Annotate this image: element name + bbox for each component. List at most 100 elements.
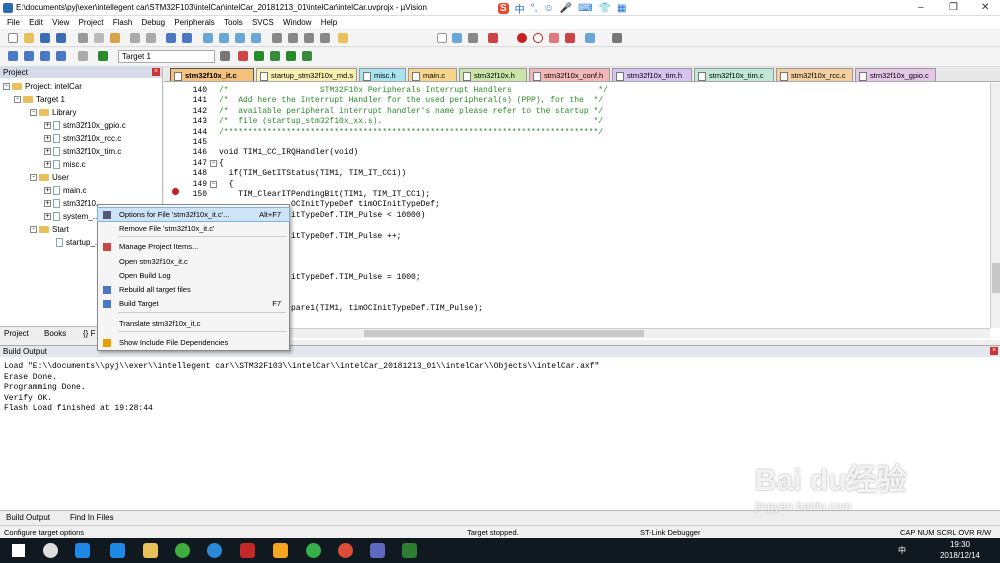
target-select[interactable]: Target 1 xyxy=(118,50,215,63)
paste-icon[interactable] xyxy=(110,33,120,43)
manage-components-icon[interactable] xyxy=(254,51,264,61)
ime-chinese-mode-icon[interactable]: 中 xyxy=(515,1,525,16)
tab-build-output[interactable]: Build Output xyxy=(6,513,50,522)
file-tab[interactable]: main.c xyxy=(408,68,457,81)
menu-tools[interactable]: Tools xyxy=(224,16,243,29)
indent-icon[interactable] xyxy=(272,33,282,43)
code-line[interactable]: { xyxy=(219,180,234,189)
save-all-icon[interactable] xyxy=(56,33,66,43)
ime-punctuation-icon[interactable]: °, xyxy=(531,3,538,14)
minimize-button[interactable]: – xyxy=(918,2,924,13)
app-icon[interactable] xyxy=(370,543,385,558)
nav-forward-icon[interactable] xyxy=(182,33,192,43)
start-button-icon[interactable] xyxy=(12,544,25,557)
menu-svcs[interactable]: SVCS xyxy=(252,16,274,29)
code-line[interactable]: /* file (startup_stm32f10x_xx.s). */ xyxy=(219,117,603,126)
close-panel-icon[interactable]: × xyxy=(990,347,998,355)
sogou-logo-icon[interactable]: S xyxy=(498,2,509,14)
ime-language-indicator[interactable]: 中 xyxy=(898,545,906,556)
menu-peripherals[interactable]: Peripherals xyxy=(174,16,214,29)
menu-window[interactable]: Window xyxy=(283,16,311,29)
file-tab[interactable]: stm32f10x_tim.h xyxy=(612,68,692,81)
ie-icon[interactable] xyxy=(110,543,125,558)
incremental-find-icon[interactable] xyxy=(468,33,478,43)
file-tab[interactable]: stm32f10x_gpio.c xyxy=(855,68,936,81)
target-options-icon[interactable] xyxy=(220,51,230,61)
insert-breakpoint-icon[interactable] xyxy=(517,33,527,43)
tree-file-selected[interactable]: + stm32f10... xyxy=(44,199,103,209)
clock-date[interactable]: 2018/12/14 xyxy=(930,551,990,560)
file-tab[interactable]: stm32f10x_it.c xyxy=(170,68,254,81)
redo-icon[interactable] xyxy=(146,33,156,43)
run-time-environment-icon[interactable] xyxy=(302,51,312,61)
maximize-button[interactable]: ❐ xyxy=(949,2,958,13)
edge-icon[interactable] xyxy=(75,543,90,558)
translate-icon[interactable] xyxy=(8,51,18,61)
clock-time[interactable]: 19:30 xyxy=(930,540,990,549)
rebuild-icon[interactable] xyxy=(40,51,50,61)
context-menu-item[interactable]: Open Build Log xyxy=(98,269,289,282)
fold-toggle-icon[interactable]: − xyxy=(210,159,217,167)
context-menu-item[interactable]: Open stm32f10x_it.c xyxy=(98,255,289,268)
ime-keyboard-icon[interactable]: ⌨ xyxy=(578,3,592,14)
ime-toolbar[interactable]: S 中 °, ☺ 🎤 ⌨ 👕 ▦ xyxy=(498,1,626,16)
menu-file[interactable]: File xyxy=(7,16,20,29)
search-icon[interactable] xyxy=(43,543,58,558)
select-pack-icon[interactable] xyxy=(270,51,280,61)
tree-file[interactable]: + misc.c xyxy=(44,160,86,170)
menu-edit[interactable]: Edit xyxy=(29,16,43,29)
bookmark-icon[interactable] xyxy=(203,33,213,43)
open-file-icon[interactable] xyxy=(24,33,34,43)
code-line[interactable]: if(TIM_GetITStatus(TIM1, TIM_IT_CC1)) xyxy=(219,169,407,178)
tree-file[interactable]: + stm32f10x_rcc.c xyxy=(44,134,121,144)
debug-session-icon[interactable] xyxy=(488,33,498,43)
file-tab[interactable]: stm32f10x_conf.h xyxy=(529,68,610,81)
tree-file[interactable]: + main.c xyxy=(44,186,87,196)
ime-emoji-icon[interactable]: ☺ xyxy=(543,3,553,14)
close-button[interactable]: ✕ xyxy=(981,2,989,13)
tree-file[interactable]: + stm32f10x_gpio.c xyxy=(44,121,126,131)
menu-project[interactable]: Project xyxy=(79,16,104,29)
next-bookmark-icon[interactable] xyxy=(235,33,245,43)
file-tab[interactable]: startup_stm32f10x_md.s xyxy=(256,68,357,81)
app-icon[interactable] xyxy=(240,543,255,558)
tree-group-library[interactable]: - Library xyxy=(30,108,76,118)
prev-bookmark-icon[interactable] xyxy=(219,33,229,43)
code-line[interactable]: void TIM1_CC_IRQHandler(void) xyxy=(219,148,358,157)
file-extensions-icon[interactable] xyxy=(238,51,248,61)
ime-voice-icon[interactable]: 🎤 xyxy=(560,3,572,14)
tab-books[interactable]: Books xyxy=(44,329,66,338)
download-icon[interactable] xyxy=(98,51,108,61)
app-icon[interactable] xyxy=(207,543,222,558)
tab-functions[interactable]: {} F xyxy=(83,329,95,338)
tab-find-in-files[interactable]: Find In Files xyxy=(70,513,114,522)
keil-uvision-icon[interactable] xyxy=(402,543,417,558)
find-icon[interactable] xyxy=(452,33,462,43)
file-tab[interactable]: stm32f10x.h xyxy=(459,68,527,81)
tree-file[interactable]: + system_... xyxy=(44,212,99,222)
code-line[interactable]: /* available peripheral interrupt handle… xyxy=(219,107,603,116)
menu-view[interactable]: View xyxy=(52,16,69,29)
tab-project[interactable]: Project xyxy=(4,329,29,338)
save-icon[interactable] xyxy=(40,33,50,43)
pack-installer-icon[interactable] xyxy=(286,51,296,61)
menu-debug[interactable]: Debug xyxy=(142,16,166,29)
copy-icon[interactable] xyxy=(94,33,104,43)
app-icon[interactable] xyxy=(273,543,288,558)
context-menu-item[interactable]: Remove File 'stm32f10x_it.c' xyxy=(98,222,289,235)
window-layout-icon[interactable] xyxy=(585,33,595,43)
file-tab[interactable]: stm32f10x_tim.c xyxy=(694,68,774,81)
batch-build-icon[interactable] xyxy=(56,51,66,61)
chrome-icon[interactable] xyxy=(338,543,353,558)
fold-toggle-icon[interactable]: − xyxy=(210,180,217,188)
code-line[interactable]: { xyxy=(219,159,224,168)
new-file-icon[interactable] xyxy=(8,33,18,43)
breakpoint-marker-icon[interactable] xyxy=(172,188,179,195)
build-icon[interactable] xyxy=(24,51,34,61)
nav-back-icon[interactable] xyxy=(166,33,176,43)
context-menu-item[interactable]: Rebuild all target files xyxy=(98,283,289,296)
code-line[interactable]: /* Add here the Interrupt Handler for th… xyxy=(219,96,603,105)
configure-icon[interactable] xyxy=(612,33,622,43)
kill-all-breakpoints-icon[interactable] xyxy=(565,33,575,43)
stop-build-icon[interactable] xyxy=(78,51,88,61)
